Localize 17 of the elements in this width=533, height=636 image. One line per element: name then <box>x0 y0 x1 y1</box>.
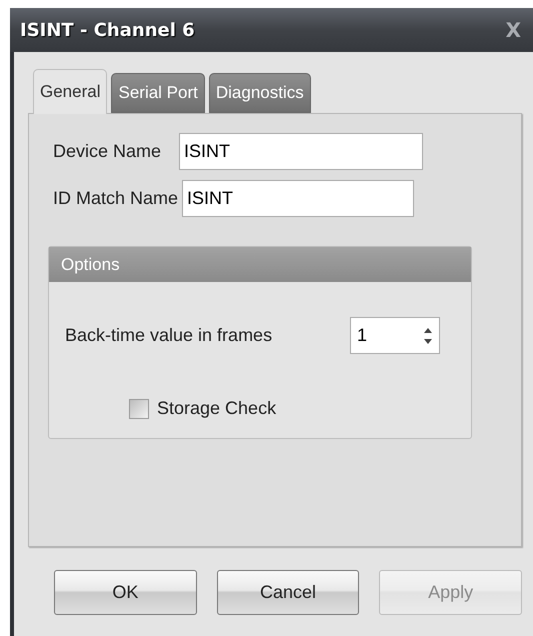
tab[interactable]: Diagnostics <box>208 73 311 113</box>
spin-arrows-icon[interactable] <box>423 326 433 346</box>
dialog-button[interactable]: OK <box>54 570 197 615</box>
checkbox[interactable] <box>129 398 149 418</box>
dialog-button[interactable]: Cancel <box>216 570 360 615</box>
checkbox-label: Storage Check <box>157 398 276 419</box>
text-field[interactable]: ISINT <box>179 133 424 170</box>
field-label: ID Match Name <box>53 188 178 209</box>
text-field[interactable]: ISINT <box>182 180 414 217</box>
group-title: Options <box>61 254 120 274</box>
spinner-label: Back-time value in frames <box>65 325 272 346</box>
close-button[interactable]: X <box>502 18 525 42</box>
tab[interactable]: General <box>33 69 108 114</box>
field-label: Device Name <box>53 141 162 162</box>
tab[interactable]: Serial Port <box>111 73 205 113</box>
number-spinner[interactable]: 1 <box>350 317 440 354</box>
window-title: ISINT - Channel 6 <box>20 20 195 40</box>
